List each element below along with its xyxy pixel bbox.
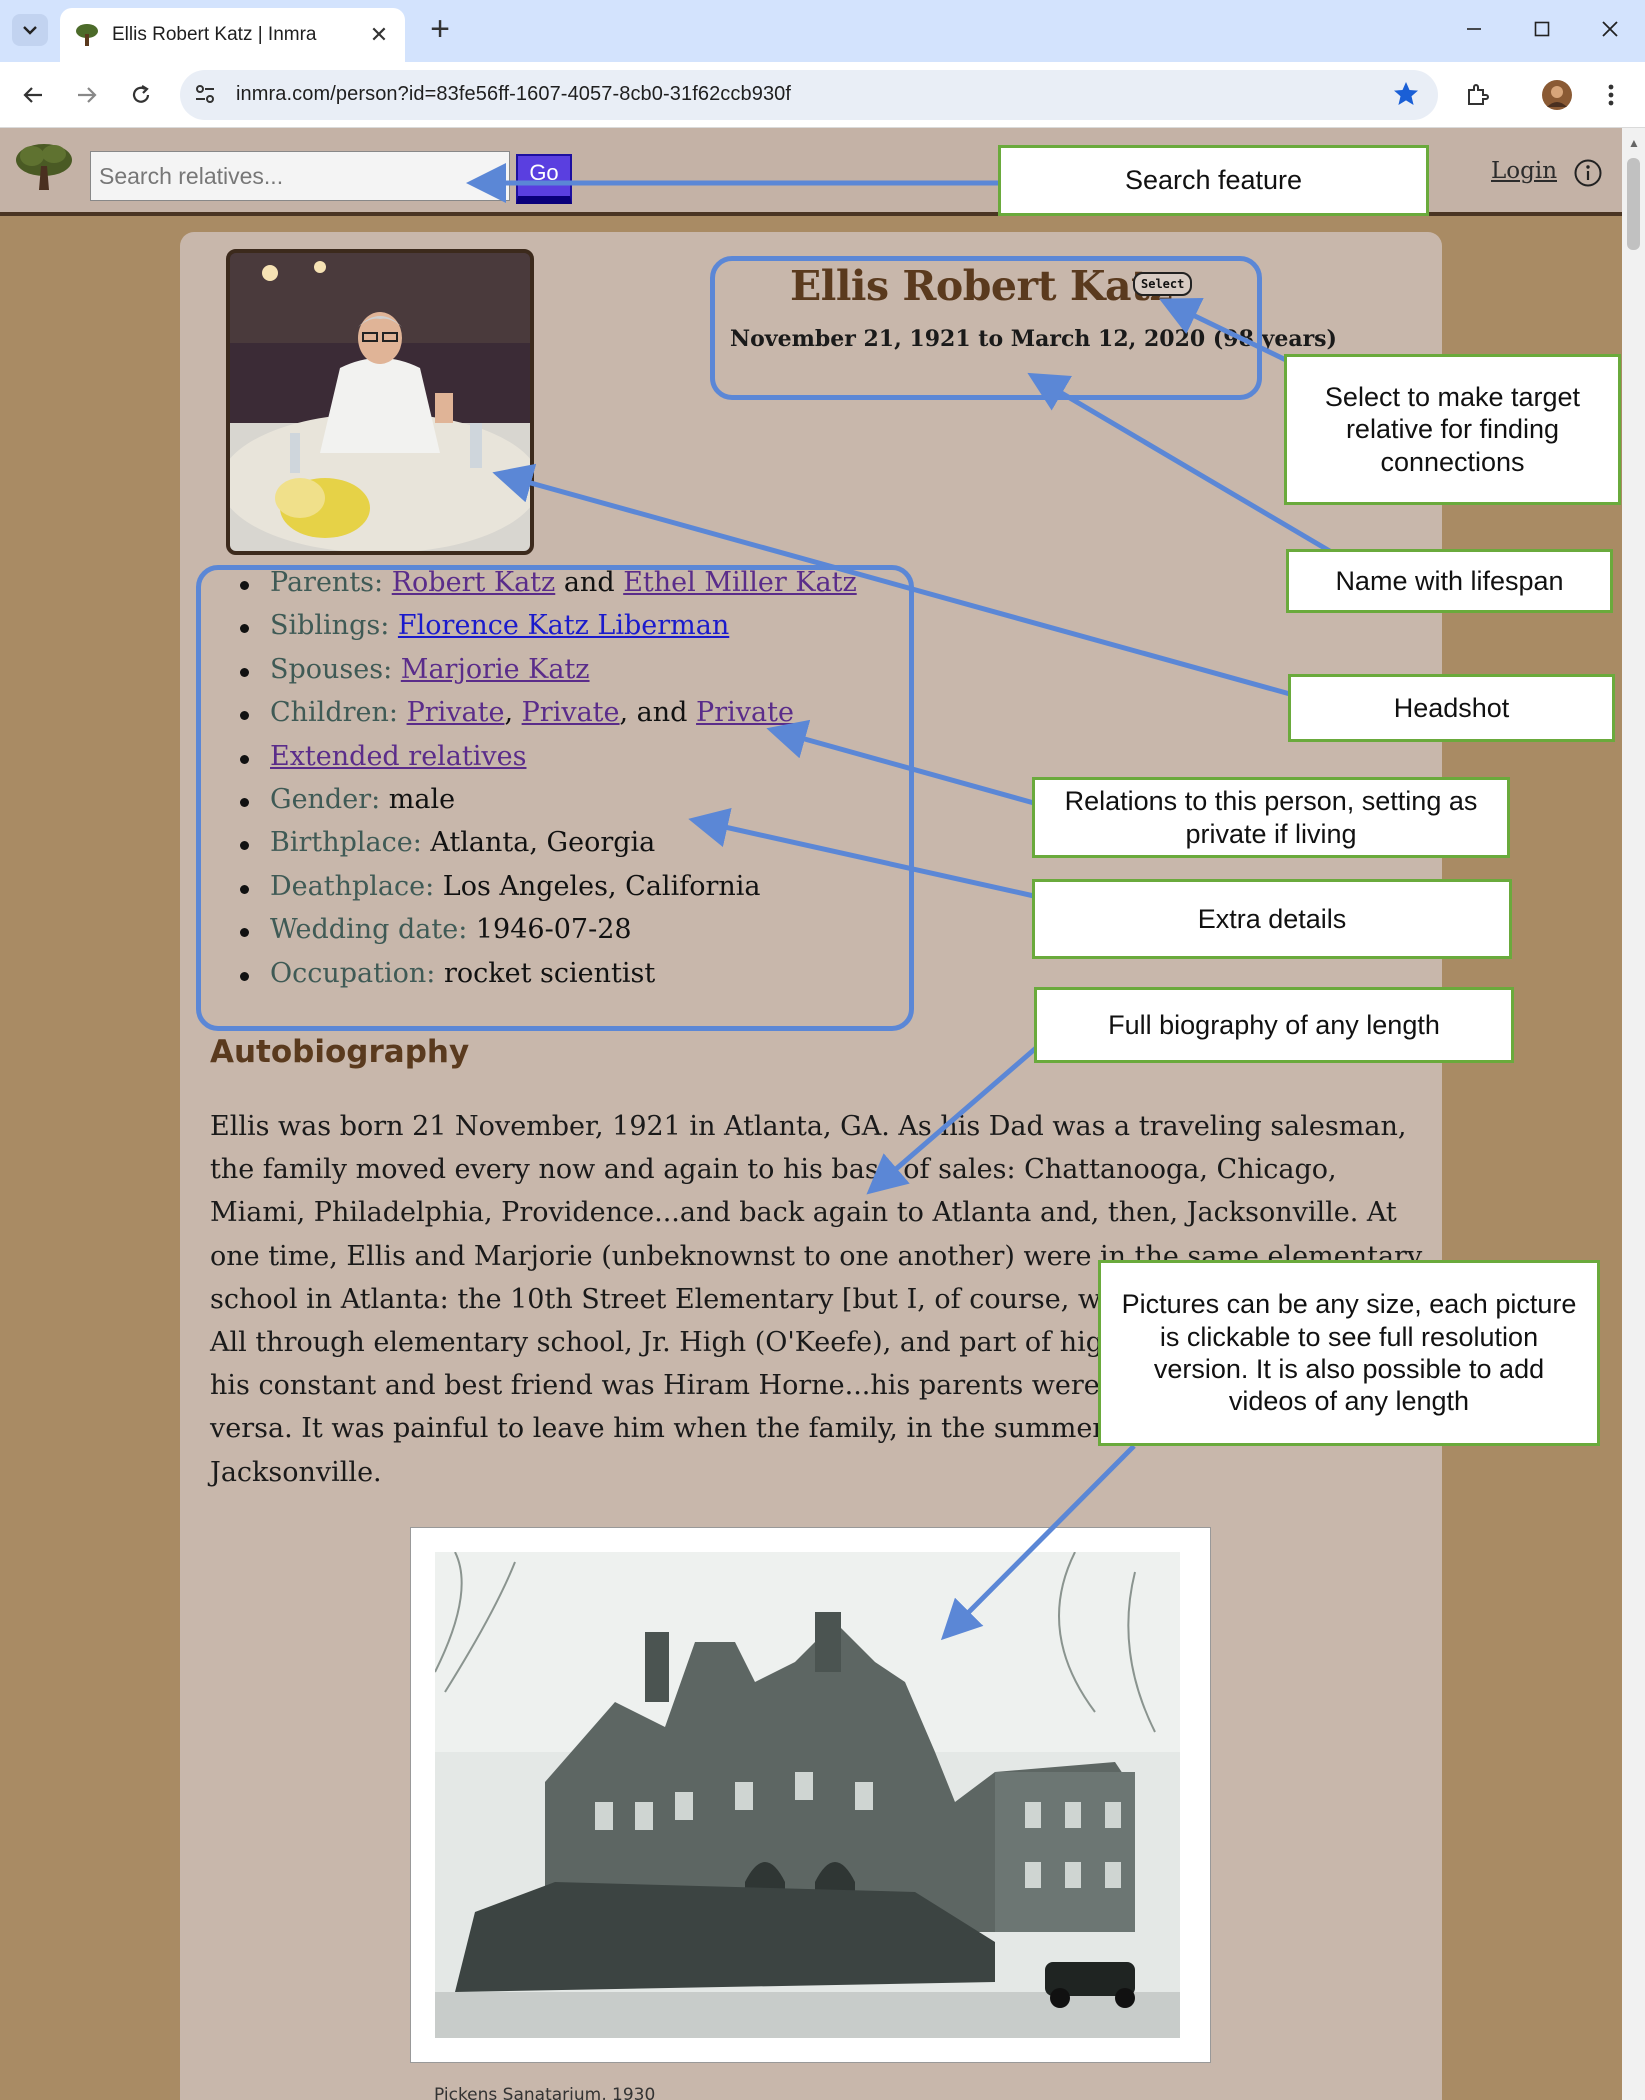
maximize-icon — [1534, 21, 1550, 37]
maximize-button[interactable] — [1512, 6, 1572, 52]
biography-picture[interactable] — [410, 1527, 1211, 2063]
info-icon[interactable] — [1573, 158, 1603, 188]
headshot-photo — [230, 253, 530, 551]
tab-search-button[interactable] — [12, 14, 48, 46]
bio-line: Miami, Philadelphia, Providence...and ba… — [210, 1197, 1397, 1229]
site-settings-icon[interactable] — [194, 83, 216, 105]
browser-tab-strip: Ellis Robert Katz | Inmra ✕ + — [0, 0, 1645, 62]
bio-line: the family moved every now and again to … — [210, 1154, 1337, 1186]
avatar-icon — [1542, 80, 1572, 110]
sanatarium-photo — [435, 1552, 1180, 2038]
reload-icon — [132, 85, 150, 103]
callout-headshot: Headshot — [1288, 674, 1615, 742]
chevron-down-icon — [23, 26, 37, 35]
autobiography-heading: Autobiography — [210, 1034, 470, 1070]
forward-arrow-icon — [78, 87, 97, 103]
tab-close-icon[interactable]: ✕ — [367, 22, 391, 48]
profile-avatar[interactable] — [1536, 74, 1578, 116]
tree-favicon-icon — [76, 24, 98, 46]
reload-button[interactable] — [120, 74, 162, 116]
callout-select-target: Select to make target relative for findi… — [1284, 354, 1621, 505]
back-button[interactable] — [12, 74, 54, 116]
tab-title: Ellis Robert Katz | Inmra — [112, 24, 317, 45]
back-arrow-icon — [23, 87, 42, 103]
chrome-menu-button[interactable] — [1590, 74, 1632, 116]
scroll-up-arrow-icon[interactable]: ▲ — [1628, 136, 1640, 150]
go-button[interactable]: Go — [516, 154, 572, 204]
bio-line: Ellis was born 21 November, 1921 in Atla… — [210, 1111, 1407, 1142]
bookmark-star-icon[interactable] — [1392, 80, 1420, 108]
close-icon — [1602, 21, 1618, 37]
callout-search-feature: Search feature — [998, 145, 1429, 216]
puzzle-icon — [1468, 84, 1489, 105]
url-text[interactable]: inmra.com/person?id=83fe56ff-1607-4057-8… — [236, 83, 791, 106]
callout-extra-details: Extra details — [1032, 879, 1512, 959]
extensions-button[interactable] — [1456, 74, 1498, 116]
minimize-button[interactable] — [1444, 6, 1504, 52]
browser-tab-active[interactable]: Ellis Robert Katz | Inmra ✕ — [60, 8, 405, 62]
callout-name-lifespan: Name with lifespan — [1286, 549, 1613, 613]
new-tab-button[interactable]: + — [422, 10, 458, 49]
kebab-menu-icon — [1608, 84, 1614, 106]
tree-logo-icon[interactable] — [14, 142, 74, 192]
callout-full-biography: Full biography of any length — [1034, 987, 1514, 1063]
window-close-button[interactable] — [1580, 6, 1640, 52]
bio-line: Jacksonville. — [210, 1456, 382, 1488]
name-highlight-frame — [710, 256, 1262, 400]
scrollbar-thumb[interactable] — [1627, 158, 1640, 250]
login-link[interactable]: Login — [1491, 158, 1557, 184]
minimize-icon — [1467, 28, 1481, 30]
relations-highlight-frame — [196, 565, 914, 1031]
callout-relations: Relations to this person, setting as pri… — [1032, 777, 1510, 858]
headshot-image[interactable] — [226, 249, 534, 555]
forward-button[interactable] — [66, 74, 108, 116]
page-scrollbar[interactable]: ▲ — [1622, 128, 1645, 2100]
callout-pictures: Pictures can be any size, each picture i… — [1098, 1260, 1600, 1446]
address-bar[interactable]: inmra.com/person?id=83fe56ff-1607-4057-8… — [180, 70, 1438, 120]
picture-caption: Pickens Sanatarium, 1930 — [434, 2085, 656, 2100]
browser-toolbar: inmra.com/person?id=83fe56ff-1607-4057-8… — [0, 62, 1645, 128]
search-input[interactable] — [90, 151, 510, 201]
